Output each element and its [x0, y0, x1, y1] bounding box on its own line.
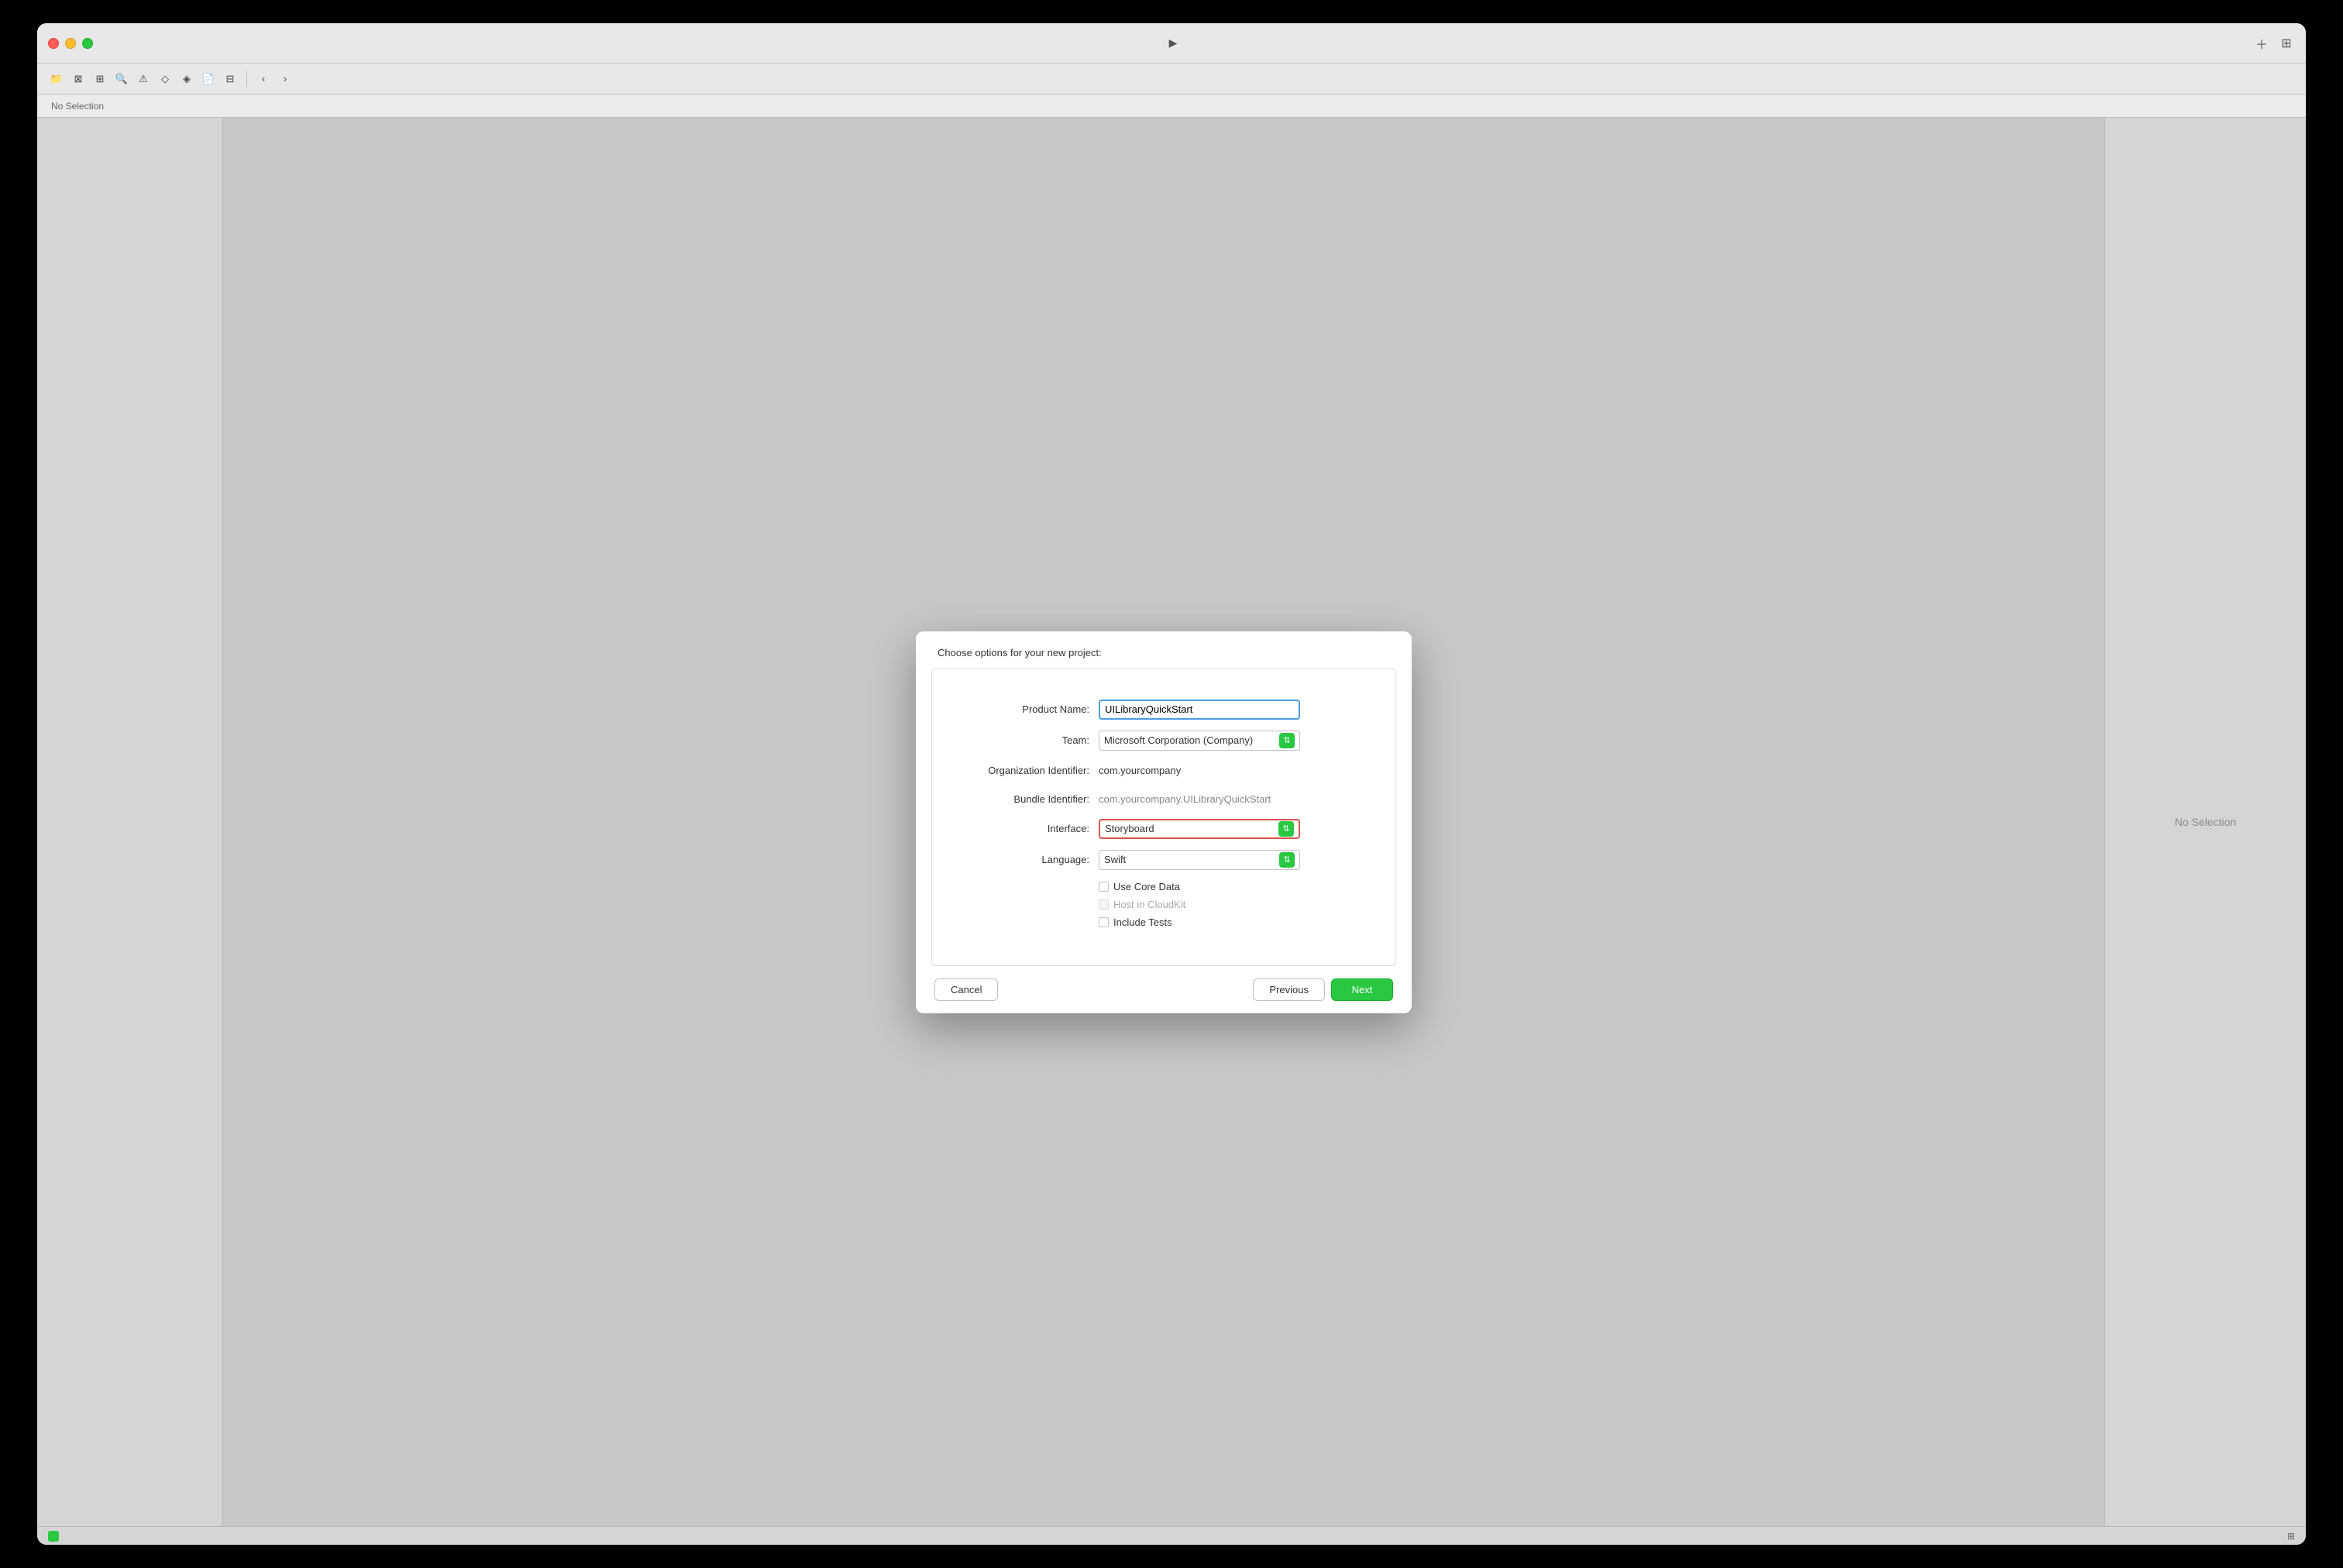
search-icon[interactable]: 🔍: [113, 70, 130, 88]
stop-icon[interactable]: ⊠: [70, 70, 87, 88]
bundle-identifier-control: com.yourcompany.UILibraryQuickStart: [1099, 790, 1300, 808]
close-button[interactable]: [48, 38, 59, 49]
team-label: Team:: [948, 734, 1099, 746]
interface-label: Interface:: [948, 823, 1099, 834]
toolbar-divider: [246, 71, 247, 87]
content-area: Choose options for your new project: Pro…: [37, 118, 2306, 1526]
code-icon[interactable]: ◈: [178, 70, 195, 88]
hierarchy-icon[interactable]: ⊞: [91, 70, 108, 88]
diamond-icon[interactable]: ◇: [157, 70, 174, 88]
bundle-identifier-row: Bundle Identifier: com.yourcompany.UILib…: [948, 790, 1380, 808]
org-identifier-control: com.yourcompany: [1099, 762, 1300, 779]
include-tests-checkbox[interactable]: [1099, 917, 1109, 927]
language-arrow-icon: ⇅: [1279, 852, 1295, 868]
minimize-button[interactable]: [65, 38, 76, 49]
secondary-toolbar: 📁 ⊠ ⊞ 🔍 ⚠ ◇ ◈ 📄 ⊟ ‹ ›: [37, 64, 2306, 95]
use-core-data-checkbox[interactable]: [1099, 882, 1109, 892]
cancel-button[interactable]: Cancel: [934, 978, 998, 1001]
language-control: Swift ⇅: [1099, 850, 1300, 870]
nav-back-icon[interactable]: ‹: [255, 70, 272, 88]
bundle-identifier-value: com.yourcompany.UILibraryQuickStart: [1099, 790, 1300, 808]
product-name-row: Product Name:: [948, 700, 1380, 720]
titlebar: ▶ ＋ ⊞: [37, 23, 2306, 64]
traffic-lights: [48, 38, 93, 49]
run-button[interactable]: ▶: [1165, 35, 1182, 52]
use-core-data-row: Use Core Data: [948, 881, 1380, 892]
language-value: Swift: [1104, 854, 1126, 865]
language-select[interactable]: Swift ⇅: [1099, 850, 1300, 870]
next-button[interactable]: Next: [1331, 978, 1393, 1001]
interface-select[interactable]: Storyboard ⇅: [1099, 819, 1300, 839]
inspector-button[interactable]: ⊞: [2278, 35, 2295, 52]
product-name-label: Product Name:: [948, 703, 1099, 715]
previous-button[interactable]: Previous: [1253, 978, 1325, 1001]
include-tests-label: Include Tests: [1113, 916, 1172, 928]
warning-icon[interactable]: ⚠: [135, 70, 152, 88]
team-arrow-icon: ⇅: [1279, 733, 1295, 748]
modal-title: Choose options for your new project:: [916, 631, 1412, 668]
modal-dialog: Choose options for your new project: Pro…: [916, 631, 1412, 1013]
breadcrumb: No Selection: [37, 95, 2306, 118]
right-panel-no-selection: No Selection: [2175, 816, 2236, 828]
sidebar: [37, 118, 223, 1526]
grid-icon[interactable]: ⊟: [222, 70, 239, 88]
nav-button-group: Previous Next: [1253, 978, 1393, 1001]
add-button[interactable]: ＋: [2253, 35, 2270, 52]
maximize-button[interactable]: [82, 38, 93, 49]
statusbar: ⊞: [37, 1526, 2306, 1545]
team-value: Microsoft Corporation (Company): [1104, 734, 1253, 746]
modal-footer: Cancel Previous Next: [916, 966, 1412, 1013]
host-cloudkit-label: Host in CloudKit: [1113, 899, 1185, 910]
interface-arrow-icon: ⇅: [1278, 821, 1294, 837]
host-cloudkit-checkbox: [1099, 899, 1109, 910]
document-icon[interactable]: 📄: [200, 70, 217, 88]
right-panel: No Selection: [2104, 118, 2306, 1526]
org-identifier-row: Organization Identifier: com.yourcompany: [948, 762, 1380, 779]
team-row: Team: Microsoft Corporation (Company) ⇅: [948, 731, 1380, 751]
interface-control: Storyboard ⇅: [1099, 819, 1300, 839]
bundle-identifier-label: Bundle Identifier:: [948, 793, 1099, 805]
org-identifier-value: com.yourcompany: [1099, 762, 1300, 779]
use-core-data-label: Use Core Data: [1113, 881, 1180, 892]
modal-overlay: Choose options for your new project: Pro…: [223, 118, 2104, 1526]
nav-forward-icon[interactable]: ›: [277, 70, 294, 88]
include-tests-row: Include Tests: [948, 916, 1380, 928]
product-name-input[interactable]: [1099, 700, 1300, 720]
host-cloudkit-row: Host in CloudKit: [948, 899, 1380, 910]
team-control: Microsoft Corporation (Company) ⇅: [1099, 731, 1300, 751]
interface-row: Interface: Storyboard ⇅: [948, 819, 1380, 839]
language-row: Language: Swift ⇅: [948, 850, 1380, 870]
folder-icon[interactable]: 📁: [48, 70, 65, 88]
status-indicator: [48, 1531, 59, 1542]
modal-body: Product Name: Team: Microsoft Corporatio…: [931, 668, 1396, 966]
main-area: Choose options for your new project: Pro…: [223, 118, 2104, 1526]
product-name-control: [1099, 700, 1300, 720]
team-select[interactable]: Microsoft Corporation (Company) ⇅: [1099, 731, 1300, 751]
breadcrumb-text: No Selection: [51, 101, 104, 112]
org-identifier-label: Organization Identifier:: [948, 765, 1099, 776]
mac-window: ▶ ＋ ⊞ 📁 ⊠ ⊞ 🔍 ⚠ ◇ ◈ 📄 ⊟ ‹ › No Selection…: [37, 23, 2306, 1545]
statusbar-icon: ⊞: [2287, 1531, 2295, 1542]
interface-value: Storyboard: [1105, 823, 1154, 834]
language-label: Language:: [948, 854, 1099, 865]
